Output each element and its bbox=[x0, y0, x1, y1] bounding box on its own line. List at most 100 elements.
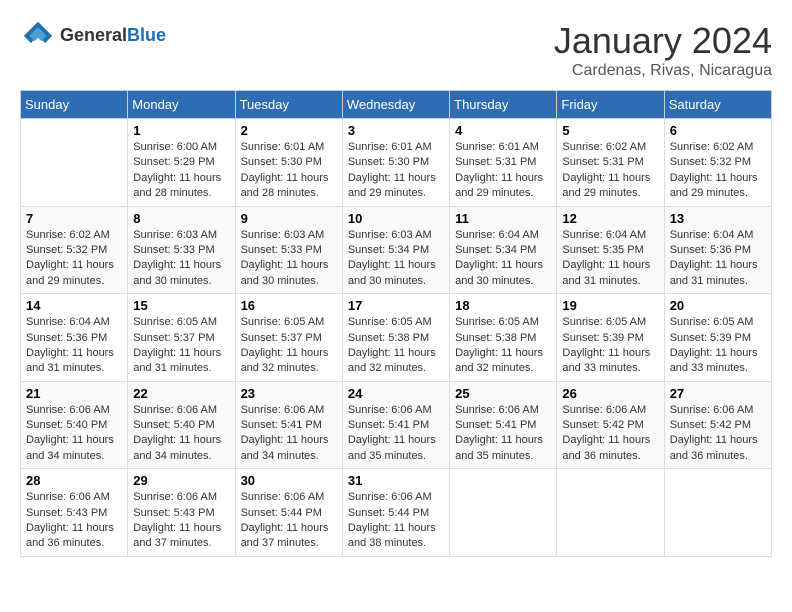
sunrise: Sunrise: 6:06 AM bbox=[241, 403, 337, 418]
day-number: 9 bbox=[241, 211, 337, 226]
sunset: Sunset: 5:41 PM bbox=[348, 418, 444, 433]
day-cell bbox=[557, 469, 664, 557]
day-cell: 28 Sunrise: 6:06 AM Sunset: 5:43 PM Dayl… bbox=[21, 469, 128, 557]
daylight: Daylight: 11 hours and 28 minutes. bbox=[241, 171, 337, 202]
day-number: 30 bbox=[241, 473, 337, 488]
day-number: 31 bbox=[348, 473, 444, 488]
day-info: Sunrise: 6:06 AM Sunset: 5:40 PM Dayligh… bbox=[133, 403, 229, 465]
sunrise: Sunrise: 6:01 AM bbox=[348, 140, 444, 155]
sunset: Sunset: 5:44 PM bbox=[348, 506, 444, 521]
sunrise: Sunrise: 6:02 AM bbox=[670, 140, 766, 155]
day-number: 21 bbox=[26, 386, 122, 401]
day-cell: 30 Sunrise: 6:06 AM Sunset: 5:44 PM Dayl… bbox=[235, 469, 342, 557]
day-info: Sunrise: 6:03 AM Sunset: 5:33 PM Dayligh… bbox=[241, 228, 337, 290]
daylight: Daylight: 11 hours and 38 minutes. bbox=[348, 521, 444, 552]
daylight: Daylight: 11 hours and 36 minutes. bbox=[562, 433, 658, 464]
daylight: Daylight: 11 hours and 35 minutes. bbox=[455, 433, 551, 464]
daylight: Daylight: 11 hours and 29 minutes. bbox=[26, 258, 122, 289]
sunrise: Sunrise: 6:04 AM bbox=[455, 228, 551, 243]
day-number: 5 bbox=[562, 123, 658, 138]
sunrise: Sunrise: 6:05 AM bbox=[133, 315, 229, 330]
daylight: Daylight: 11 hours and 30 minutes. bbox=[241, 258, 337, 289]
day-number: 7 bbox=[26, 211, 122, 226]
sunset: Sunset: 5:42 PM bbox=[562, 418, 658, 433]
sunrise: Sunrise: 6:06 AM bbox=[455, 403, 551, 418]
day-number: 6 bbox=[670, 123, 766, 138]
sunrise: Sunrise: 6:01 AM bbox=[241, 140, 337, 155]
sunset: Sunset: 5:36 PM bbox=[670, 243, 766, 258]
week-row-1: 1 Sunrise: 6:00 AM Sunset: 5:29 PM Dayli… bbox=[21, 119, 772, 207]
day-cell: 7 Sunrise: 6:02 AM Sunset: 5:32 PM Dayli… bbox=[21, 206, 128, 294]
daylight: Daylight: 11 hours and 31 minutes. bbox=[562, 258, 658, 289]
day-number: 18 bbox=[455, 298, 551, 313]
day-info: Sunrise: 6:04 AM Sunset: 5:36 PM Dayligh… bbox=[26, 315, 122, 377]
daylight: Daylight: 11 hours and 31 minutes. bbox=[133, 346, 229, 377]
day-info: Sunrise: 6:06 AM Sunset: 5:41 PM Dayligh… bbox=[241, 403, 337, 465]
sunrise: Sunrise: 6:02 AM bbox=[562, 140, 658, 155]
sunset: Sunset: 5:38 PM bbox=[348, 331, 444, 346]
day-info: Sunrise: 6:03 AM Sunset: 5:34 PM Dayligh… bbox=[348, 228, 444, 290]
day-cell: 26 Sunrise: 6:06 AM Sunset: 5:42 PM Dayl… bbox=[557, 381, 664, 469]
day-number: 27 bbox=[670, 386, 766, 401]
daylight: Daylight: 11 hours and 37 minutes. bbox=[133, 521, 229, 552]
col-header-monday: Monday bbox=[128, 91, 235, 119]
day-cell: 5 Sunrise: 6:02 AM Sunset: 5:31 PM Dayli… bbox=[557, 119, 664, 207]
sunset: Sunset: 5:43 PM bbox=[133, 506, 229, 521]
sunrise: Sunrise: 6:06 AM bbox=[348, 490, 444, 505]
day-cell: 20 Sunrise: 6:05 AM Sunset: 5:39 PM Dayl… bbox=[664, 294, 771, 382]
day-cell: 16 Sunrise: 6:05 AM Sunset: 5:37 PM Dayl… bbox=[235, 294, 342, 382]
sunset: Sunset: 5:30 PM bbox=[348, 155, 444, 170]
day-cell: 31 Sunrise: 6:06 AM Sunset: 5:44 PM Dayl… bbox=[342, 469, 449, 557]
col-header-saturday: Saturday bbox=[664, 91, 771, 119]
day-info: Sunrise: 6:05 AM Sunset: 5:37 PM Dayligh… bbox=[241, 315, 337, 377]
day-info: Sunrise: 6:04 AM Sunset: 5:34 PM Dayligh… bbox=[455, 228, 551, 290]
day-number: 11 bbox=[455, 211, 551, 226]
sunset: Sunset: 5:44 PM bbox=[241, 506, 337, 521]
sunrise: Sunrise: 6:06 AM bbox=[241, 490, 337, 505]
title-block: January 2024 Cardenas, Rivas, Nicaragua bbox=[554, 20, 772, 80]
sunset: Sunset: 5:39 PM bbox=[562, 331, 658, 346]
day-cell: 9 Sunrise: 6:03 AM Sunset: 5:33 PM Dayli… bbox=[235, 206, 342, 294]
sunrise: Sunrise: 6:02 AM bbox=[26, 228, 122, 243]
day-info: Sunrise: 6:01 AM Sunset: 5:31 PM Dayligh… bbox=[455, 140, 551, 202]
sunset: Sunset: 5:31 PM bbox=[455, 155, 551, 170]
sunrise: Sunrise: 6:03 AM bbox=[241, 228, 337, 243]
day-info: Sunrise: 6:04 AM Sunset: 5:36 PM Dayligh… bbox=[670, 228, 766, 290]
sunset: Sunset: 5:41 PM bbox=[241, 418, 337, 433]
day-cell: 10 Sunrise: 6:03 AM Sunset: 5:34 PM Dayl… bbox=[342, 206, 449, 294]
col-header-wednesday: Wednesday bbox=[342, 91, 449, 119]
col-header-friday: Friday bbox=[557, 91, 664, 119]
daylight: Daylight: 11 hours and 32 minutes. bbox=[455, 346, 551, 377]
sunrise: Sunrise: 6:05 AM bbox=[562, 315, 658, 330]
day-number: 13 bbox=[670, 211, 766, 226]
sunset: Sunset: 5:39 PM bbox=[670, 331, 766, 346]
sunrise: Sunrise: 6:05 AM bbox=[241, 315, 337, 330]
day-number: 16 bbox=[241, 298, 337, 313]
daylight: Daylight: 11 hours and 30 minutes. bbox=[348, 258, 444, 289]
daylight: Daylight: 11 hours and 29 minutes. bbox=[455, 171, 551, 202]
day-cell: 24 Sunrise: 6:06 AM Sunset: 5:41 PM Dayl… bbox=[342, 381, 449, 469]
day-cell: 23 Sunrise: 6:06 AM Sunset: 5:41 PM Dayl… bbox=[235, 381, 342, 469]
col-header-thursday: Thursday bbox=[450, 91, 557, 119]
day-cell: 17 Sunrise: 6:05 AM Sunset: 5:38 PM Dayl… bbox=[342, 294, 449, 382]
day-number: 12 bbox=[562, 211, 658, 226]
day-number: 20 bbox=[670, 298, 766, 313]
sunset: Sunset: 5:33 PM bbox=[241, 243, 337, 258]
sunset: Sunset: 5:40 PM bbox=[133, 418, 229, 433]
day-cell: 27 Sunrise: 6:06 AM Sunset: 5:42 PM Dayl… bbox=[664, 381, 771, 469]
sunrise: Sunrise: 6:03 AM bbox=[348, 228, 444, 243]
sunset: Sunset: 5:31 PM bbox=[562, 155, 658, 170]
day-cell: 3 Sunrise: 6:01 AM Sunset: 5:30 PM Dayli… bbox=[342, 119, 449, 207]
sunset: Sunset: 5:41 PM bbox=[455, 418, 551, 433]
sunset: Sunset: 5:35 PM bbox=[562, 243, 658, 258]
sunrise: Sunrise: 6:04 AM bbox=[562, 228, 658, 243]
day-number: 26 bbox=[562, 386, 658, 401]
sunset: Sunset: 5:43 PM bbox=[26, 506, 122, 521]
sunset: Sunset: 5:30 PM bbox=[241, 155, 337, 170]
sunrise: Sunrise: 6:05 AM bbox=[455, 315, 551, 330]
day-info: Sunrise: 6:05 AM Sunset: 5:38 PM Dayligh… bbox=[455, 315, 551, 377]
day-number: 23 bbox=[241, 386, 337, 401]
sunrise: Sunrise: 6:06 AM bbox=[133, 403, 229, 418]
day-info: Sunrise: 6:02 AM Sunset: 5:32 PM Dayligh… bbox=[670, 140, 766, 202]
day-cell: 29 Sunrise: 6:06 AM Sunset: 5:43 PM Dayl… bbox=[128, 469, 235, 557]
